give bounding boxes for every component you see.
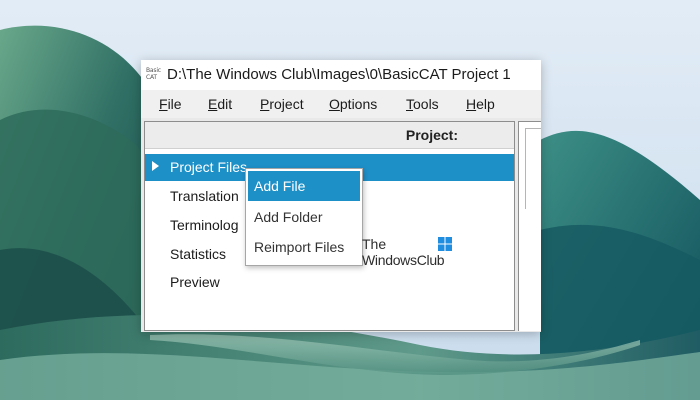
menu-options-label: ptions [339,96,378,112]
watermark-line1: The [362,236,387,252]
editor-panel-inner [525,128,541,209]
menu-options-mnemonic: O [329,96,340,112]
menu-tools-mnemonic: T [406,96,413,112]
tree-item-label: Translation [170,188,239,204]
menu-help-label: elp [476,96,495,112]
editor-panel [518,121,541,331]
expand-arrow-icon[interactable] [152,161,159,171]
context-menu-item-label: Add Folder [254,209,323,225]
menu-file[interactable]: File [159,96,182,112]
menu-bar: File Edit Project Options Tools Help [141,90,541,118]
menu-tools-label: ools [413,96,439,112]
project-panel-title: Project: [405,127,458,143]
watermark-line2: WindowsClub [362,252,445,268]
menu-project-mnemonic: P [260,96,270,112]
menu-help[interactable]: Help [466,96,495,112]
menu-edit[interactable]: Edit [208,96,232,112]
tree-item-preview[interactable]: Preview [145,269,514,296]
context-menu-reimport-files[interactable]: Reimport Files [248,232,360,262]
menu-help-mnemonic: H [466,96,477,112]
app-icon-text-line1: Basic [146,67,161,74]
menu-edit-label: dit [217,96,233,112]
watermark: The WindowsClub [362,236,462,270]
title-bar[interactable]: Basic CAT D:\The Windows Club\Images\0\B… [141,60,541,90]
context-menu-add-file[interactable]: Add File [248,171,360,201]
menu-options[interactable]: Options [329,96,377,112]
menu-edit-mnemonic: E [208,96,218,112]
context-menu-item-label: Add File [254,178,306,194]
tree-item-label: Statistics [170,246,227,262]
context-menu-add-folder[interactable]: Add Folder [248,202,360,232]
menu-file-label: ile [167,96,182,112]
menu-file-mnemonic: F [159,96,168,112]
context-menu-item-label: Reimport Files [254,239,345,255]
desktop: Basic CAT D:\The Windows Club\Images\0\B… [0,0,700,400]
menu-project-label: roject [269,96,304,112]
tree-item-label: Preview [170,274,220,290]
windows-logo-icon [438,237,452,251]
window-title: D:\The Windows Club\Images\0\BasicCAT Pr… [167,66,511,83]
menu-tools[interactable]: Tools [406,96,439,112]
tree-item-label: Terminolog [170,217,239,233]
context-menu: Add File Add Folder Reimport Files [245,168,363,266]
project-panel-header: Project: [145,122,514,149]
basiccat-app-icon: Basic CAT [146,67,161,81]
tree-item-label: Project Files [170,159,248,175]
app-icon-text-line2: CAT [146,74,157,81]
menu-project[interactable]: Project [260,96,304,112]
